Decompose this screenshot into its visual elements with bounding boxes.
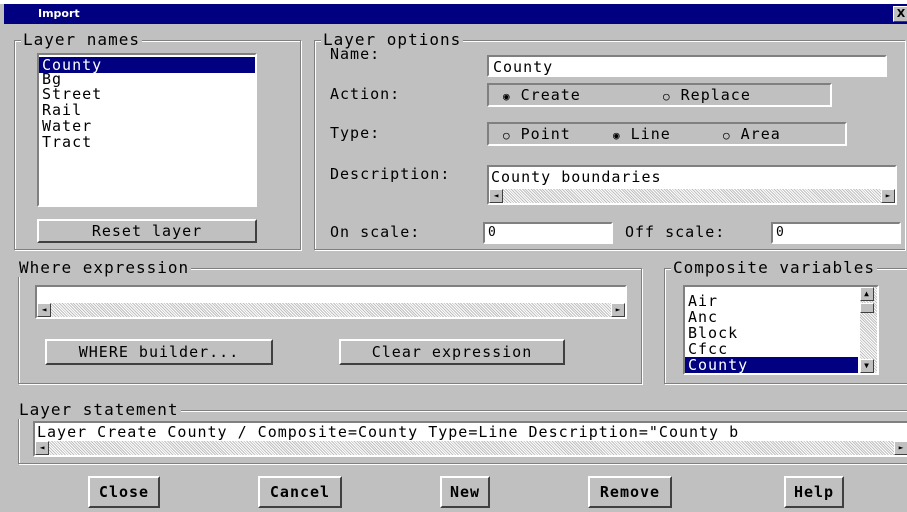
radio-on-icon: ◉ — [613, 129, 621, 142]
layer-names-label: Layer names — [21, 30, 142, 49]
list-item[interactable]: Anc — [685, 309, 858, 325]
list-item[interactable]: Water — [39, 118, 255, 134]
new-button[interactable]: New — [440, 476, 490, 508]
radio-on-icon: ◉ — [503, 90, 511, 103]
description-label: Description: — [330, 165, 451, 183]
on-scale-field[interactable]: 0 — [483, 222, 613, 244]
radio-off-icon: ○ — [723, 129, 731, 142]
type-radio-group: ○ Point ◉ Line ○ Area — [487, 122, 847, 146]
layer-options-group: Layer options Name: County Action: ◉ Cre… — [314, 30, 905, 250]
action-radio-group: ◉ Create ○ Replace — [487, 83, 832, 107]
list-item[interactable]: Block — [685, 325, 858, 341]
layer-names-group: Layer names County Bg Street Rail Water … — [14, 30, 301, 250]
arrow-right-icon[interactable]: ► — [881, 189, 895, 203]
where-expression-label: Where expression — [17, 258, 192, 277]
layer-statement-group: Layer statement Layer Create County / Co… — [17, 400, 907, 464]
radio-off-icon: ○ — [503, 129, 511, 142]
layer-statement-field[interactable]: Layer Create County / Composite=County T… — [33, 421, 907, 457]
type-label: Type: — [330, 124, 381, 142]
statement-scrollbar[interactable]: ◄ ► — [35, 441, 907, 455]
action-label: Action: — [330, 85, 401, 103]
list-item[interactable]: Air — [685, 293, 858, 309]
clear-expression-button[interactable]: Clear expression — [339, 339, 565, 365]
scroll-thumb[interactable] — [860, 303, 874, 313]
list-item[interactable]: Tract — [39, 134, 255, 150]
composite-variables-label: Composite variables — [671, 258, 878, 277]
cancel-button[interactable]: Cancel — [258, 476, 342, 508]
composite-variables-group: Composite variables Air Anc Block Cfcc C… — [664, 258, 907, 384]
list-item[interactable]: Cfcc — [685, 341, 858, 357]
name-field[interactable]: County — [487, 55, 887, 77]
arrow-down-icon[interactable]: ▼ — [860, 359, 874, 373]
list-item[interactable]: Rail — [39, 102, 255, 118]
layer-statement-label: Layer statement — [17, 400, 181, 419]
arrow-up-icon[interactable]: ▲ — [860, 287, 874, 301]
arrow-left-icon[interactable]: ◄ — [35, 441, 49, 455]
arrow-right-icon[interactable]: ► — [894, 441, 907, 455]
type-point-radio[interactable]: ○ Point — [503, 125, 571, 143]
description-field[interactable]: County boundaries ◄ ► — [487, 165, 897, 205]
import-dialog: Import X Layer names County Bg Street Ra… — [0, 4, 907, 512]
help-button[interactable]: Help — [784, 476, 844, 508]
on-scale-label: On scale: — [330, 223, 421, 241]
type-line-radio[interactable]: ◉ Line — [613, 125, 671, 143]
layer-names-list[interactable]: County Bg Street Rail Water Tract — [37, 53, 257, 207]
arrow-left-icon[interactable]: ◄ — [489, 189, 503, 203]
description-scrollbar[interactable]: ◄ ► — [489, 189, 895, 203]
arrow-right-icon[interactable]: ► — [611, 303, 625, 317]
off-scale-field[interactable]: 0 — [771, 222, 901, 244]
name-label: Name: — [330, 45, 381, 63]
radio-off-icon: ○ — [663, 90, 671, 103]
composite-scrollbar[interactable]: ▲ ▼ — [860, 287, 877, 373]
arrow-left-icon[interactable]: ◄ — [37, 303, 51, 317]
where-builder-button[interactable]: WHERE builder... — [45, 339, 273, 365]
close-button[interactable]: Close — [88, 476, 160, 508]
type-area-radio[interactable]: ○ Area — [723, 125, 781, 143]
action-replace-radio[interactable]: ○ Replace — [663, 86, 751, 104]
title-bar: Import X — [4, 4, 907, 24]
list-item[interactable]: County — [39, 57, 255, 73]
window-title: Import — [38, 7, 80, 20]
composite-variables-list[interactable]: Air Anc Block Cfcc County ▲ ▼ — [683, 285, 879, 375]
list-item[interactable]: County — [685, 357, 858, 373]
reset-layer-button[interactable]: Reset layer — [37, 219, 257, 243]
where-expression-group: Where expression ◄ ► WHERE builder... Cl… — [17, 258, 642, 384]
close-icon[interactable]: X — [893, 6, 907, 22]
list-item[interactable]: Street — [39, 86, 255, 102]
off-scale-label: Off scale: — [625, 223, 726, 241]
action-create-radio[interactable]: ◉ Create — [503, 86, 581, 104]
where-scrollbar[interactable]: ◄ ► — [37, 303, 625, 317]
remove-button[interactable]: Remove — [588, 476, 672, 508]
where-expression-field[interactable]: ◄ ► — [35, 285, 627, 319]
